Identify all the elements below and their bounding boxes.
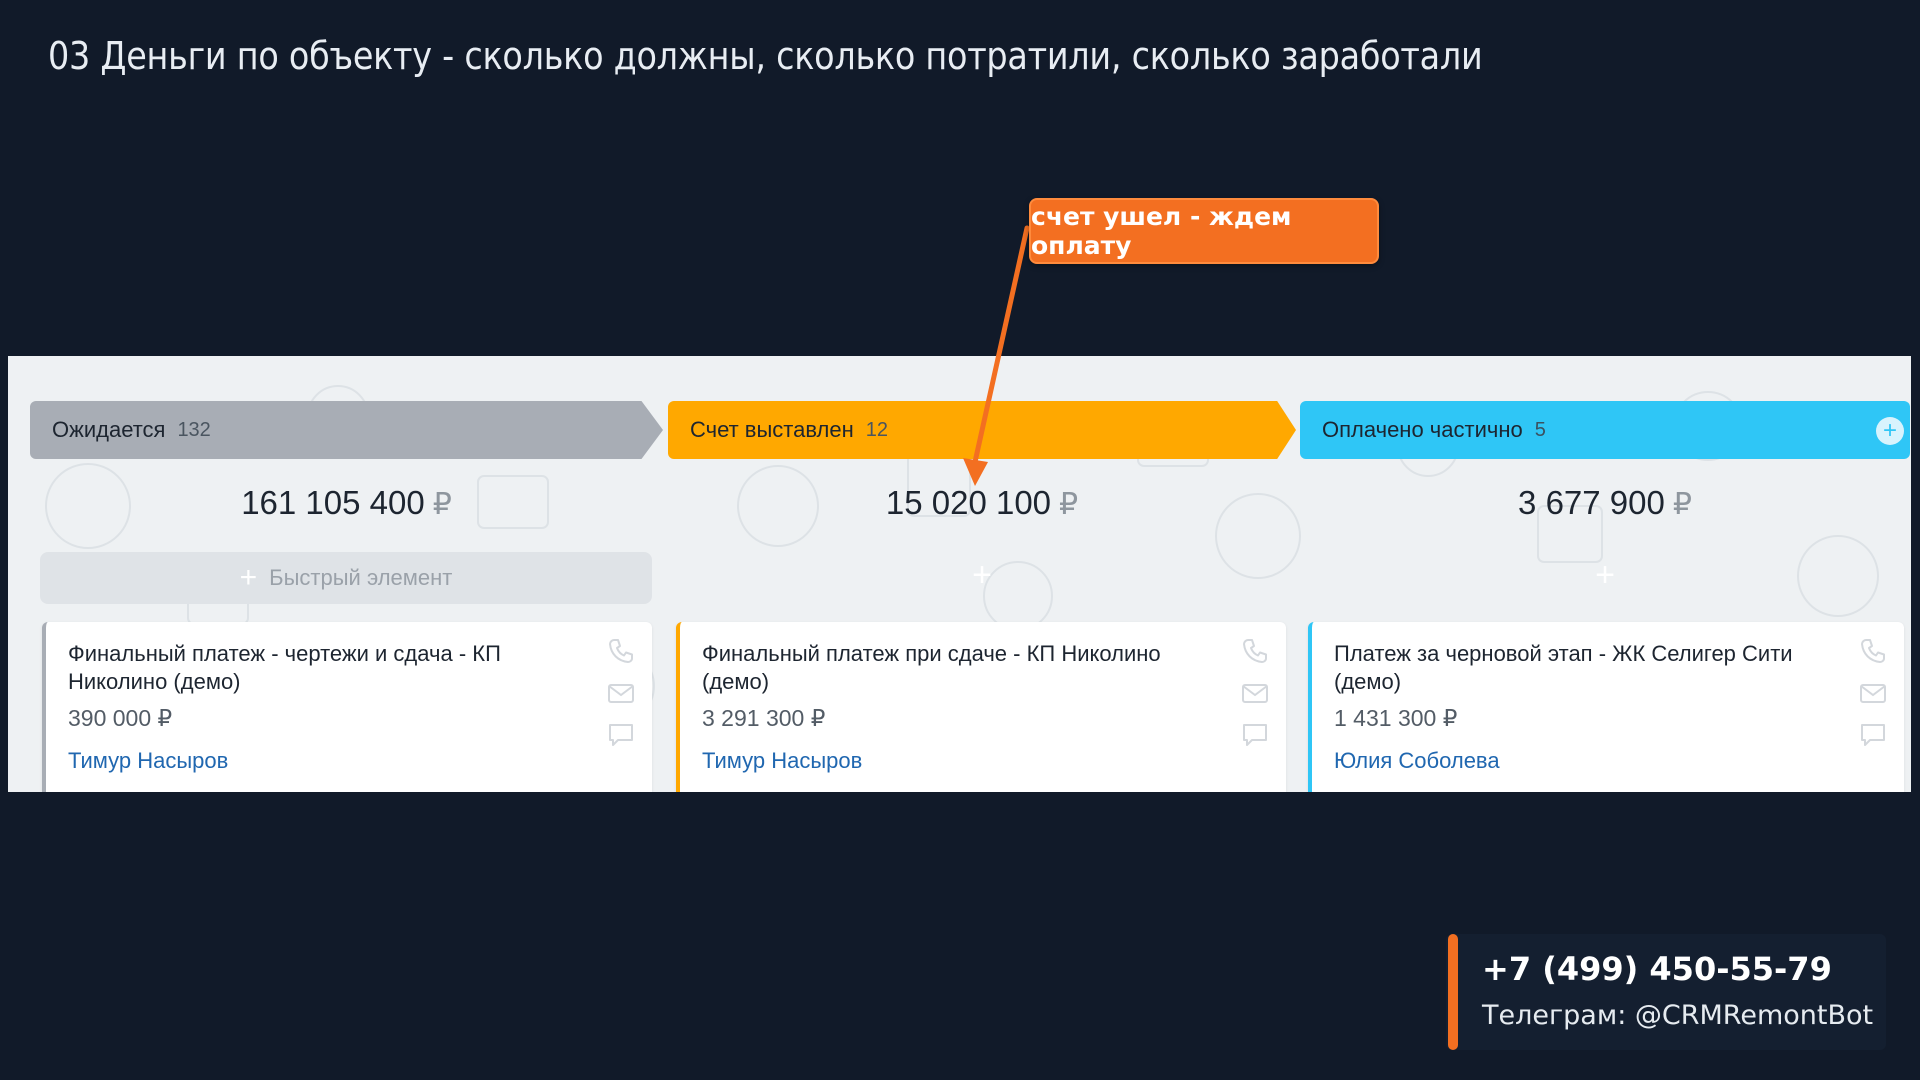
deal-title[interactable]: Платеж за черновой этап - ЖК Селигер Сит…	[1334, 640, 1834, 696]
column-count: 5	[1534, 418, 1546, 441]
chat-bubble-icon[interactable]	[606, 720, 636, 750]
column-title: Оплачено частично	[1322, 417, 1523, 442]
currency-sign: ₽	[432, 488, 452, 521]
column-header-expected[interactable]: Ожидается 132	[30, 401, 663, 459]
card-actions	[604, 636, 638, 750]
deal-title[interactable]: Финальный платеж при сдаче - КП Николино…	[702, 640, 1202, 696]
phone-icon[interactable]	[606, 636, 636, 666]
deal-responsible[interactable]: Юлия Соболева	[1334, 748, 1500, 774]
deal-responsible[interactable]: Тимур Насыров	[68, 748, 228, 774]
column-expected: Ожидается 132 161 105 400 ₽ + Быстрый эле…	[30, 356, 663, 792]
contact-accent-bar	[1448, 934, 1458, 1050]
quick-add-plus-icon[interactable]: +	[668, 556, 1296, 595]
quick-add-button[interactable]: + Быстрый элемент	[40, 552, 652, 604]
column-count: 132	[177, 418, 211, 441]
plus-icon: +	[239, 561, 258, 594]
column-header-partially-paid[interactable]: Оплачено частично 5 +	[1300, 401, 1910, 459]
column-title: Счет выставлен	[690, 417, 854, 442]
deal-amount: 1 431 300 ₽	[1334, 705, 1458, 731]
deal-amount: 390 000 ₽	[68, 705, 173, 731]
column-partially-paid: Оплачено частично 5 + 3 677 900 ₽ + Плате…	[1300, 356, 1910, 792]
column-invoice-issued: Счет выставлен 12 15 020 100 ₽ + Финальны…	[668, 356, 1296, 792]
quick-add-label: Быстрый элемент	[269, 565, 453, 590]
envelope-icon[interactable]	[1240, 678, 1270, 708]
slide-title: 03 Деньги по объекту - сколько должны, с…	[48, 34, 1483, 78]
deal-card[interactable]: Платеж за черновой этап - ЖК Селигер Сит…	[1308, 622, 1904, 792]
contact-box: +7 (499) 450-55-79 Телеграм: @CRMRemontB…	[1446, 934, 1886, 1050]
deal-responsible[interactable]: Тимур Насыров	[702, 748, 862, 774]
column-sum: 3 677 900 ₽	[1300, 484, 1910, 522]
chat-bubble-icon[interactable]	[1858, 720, 1888, 750]
phone-icon[interactable]	[1240, 636, 1270, 666]
column-title: Ожидается	[52, 417, 166, 442]
card-actions	[1856, 636, 1890, 750]
deal-card[interactable]: Финальный платеж - чертежи и сдача - КП …	[42, 622, 652, 792]
contact-phone[interactable]: +7 (499) 450-55-79	[1482, 950, 1832, 988]
add-column-plus-icon[interactable]: +	[1876, 417, 1904, 445]
envelope-icon[interactable]	[606, 678, 636, 708]
presentation-slide: 03 Деньги по объекту - сколько должны, с…	[0, 0, 1920, 1080]
column-sum-value: 15 020 100	[885, 484, 1052, 521]
chat-bubble-icon[interactable]	[1240, 720, 1270, 750]
phone-icon[interactable]	[1858, 636, 1888, 666]
column-header-invoice-issued[interactable]: Счет выставлен 12	[668, 401, 1296, 459]
column-sum-value: 3 677 900	[1518, 484, 1665, 521]
quick-add-plus-icon[interactable]: +	[1300, 556, 1910, 595]
column-sum: 161 105 400 ₽	[30, 484, 663, 522]
kanban-board: Ожидается 132 161 105 400 ₽ + Быстрый эле…	[8, 356, 1911, 792]
deal-title[interactable]: Финальный платеж - чертежи и сдача - КП …	[68, 640, 568, 696]
envelope-icon[interactable]	[1858, 678, 1888, 708]
deal-card[interactable]: Финальный платеж при сдаче - КП Николино…	[676, 622, 1286, 792]
currency-sign: ₽	[1059, 488, 1079, 521]
column-sum-value: 161 105 400	[241, 484, 425, 521]
column-count: 12	[865, 418, 889, 441]
card-actions	[1238, 636, 1272, 750]
column-sum: 15 020 100 ₽	[668, 484, 1296, 522]
callout-label: счет ушел - ждем оплату	[1029, 198, 1379, 264]
contact-telegram[interactable]: Телеграм: @CRMRemontBot	[1482, 1000, 1873, 1031]
deal-amount: 3 291 300 ₽	[702, 705, 826, 731]
currency-sign: ₽	[1672, 488, 1692, 521]
